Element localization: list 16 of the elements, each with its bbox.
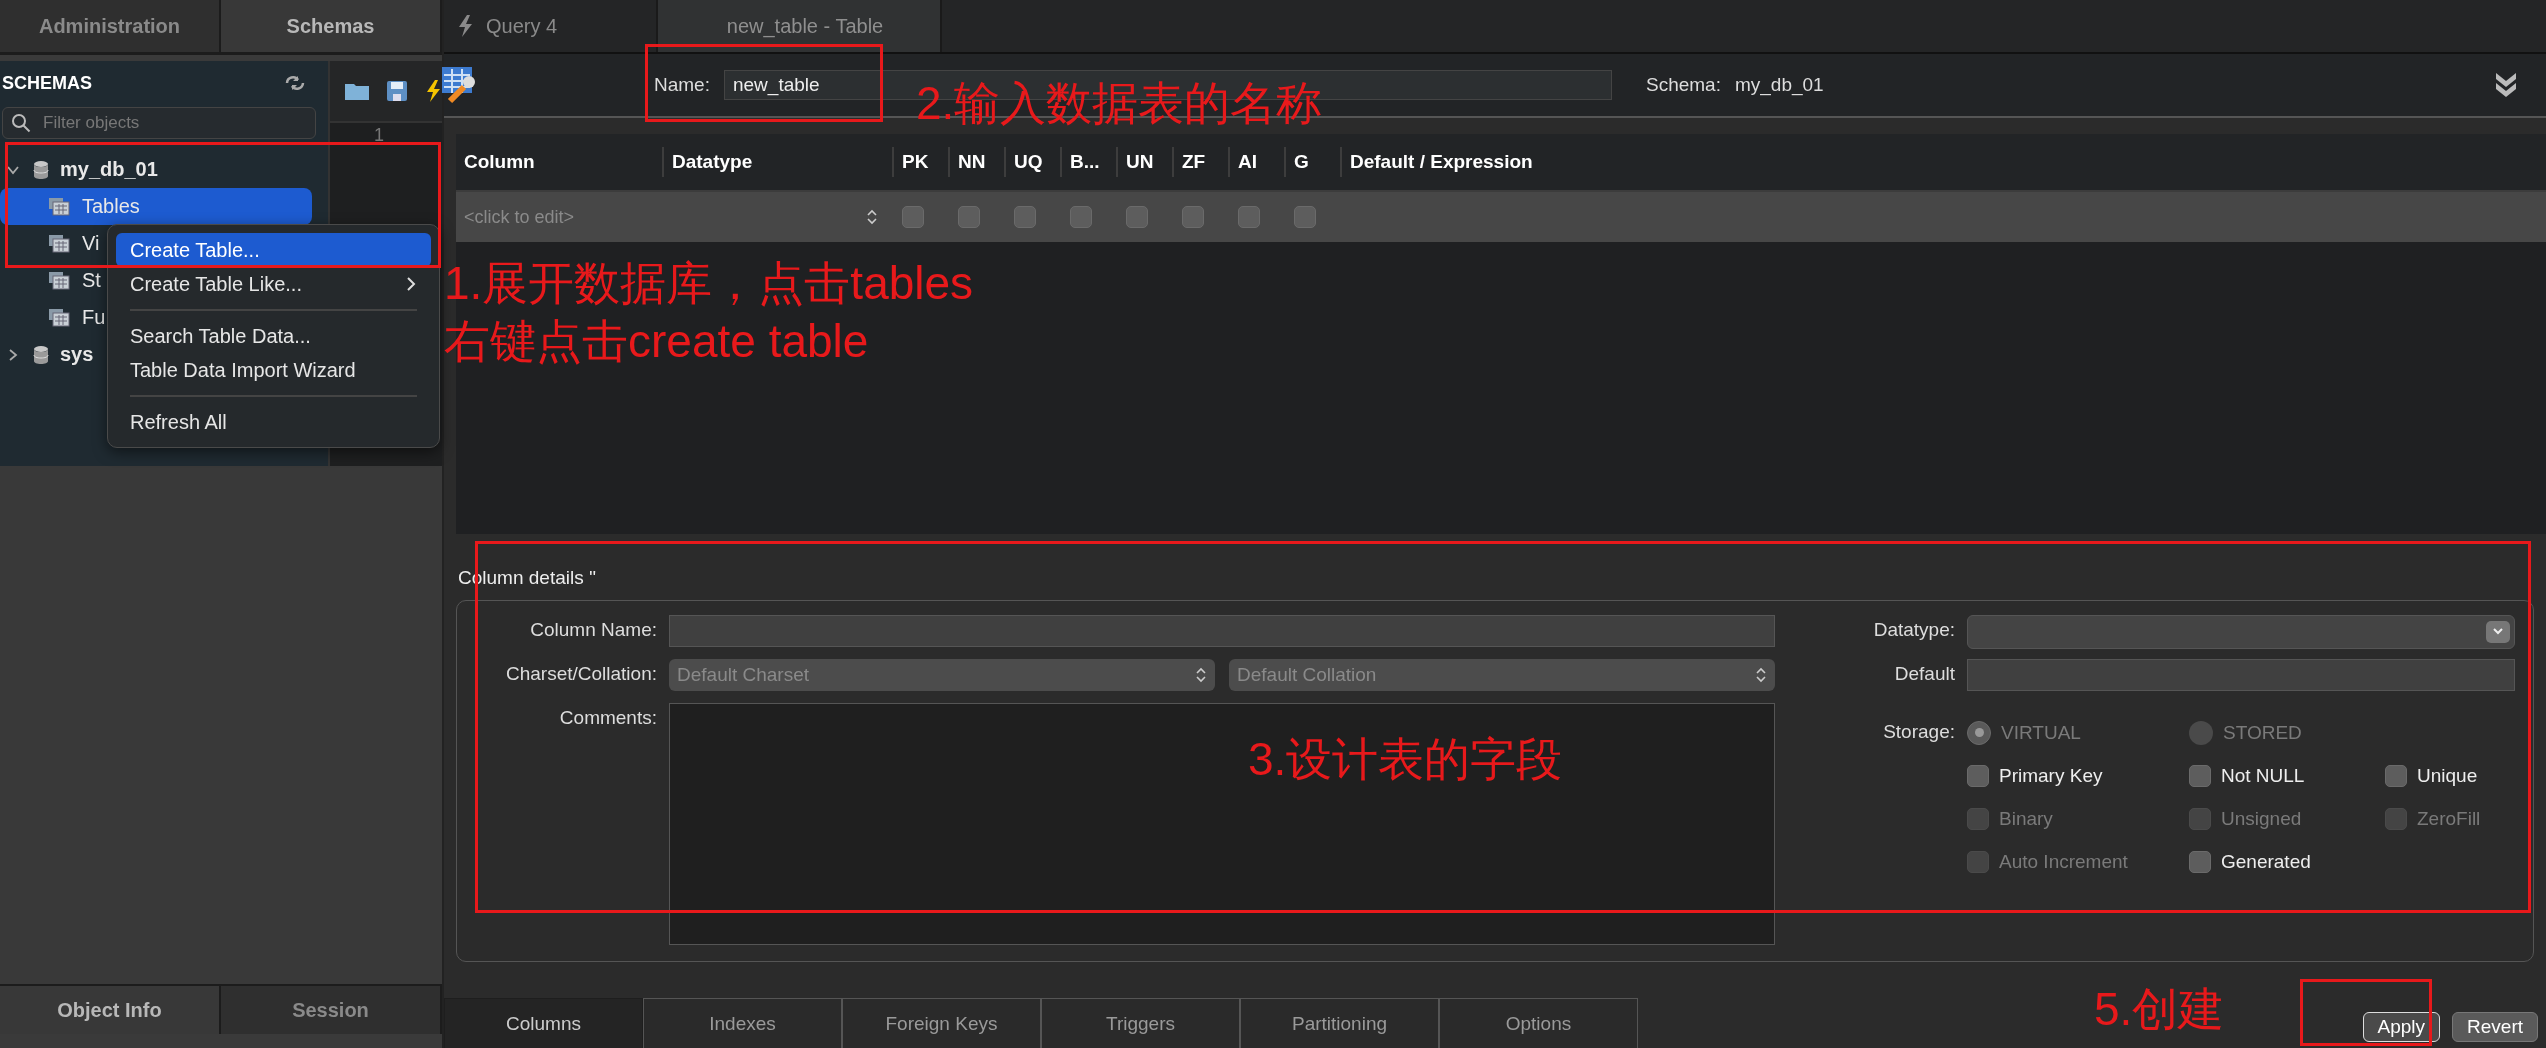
field-label: Charset/Collation: xyxy=(504,662,657,685)
placeholder-text: <click to edit> xyxy=(464,206,575,228)
field-label: Datatype: xyxy=(1872,618,1955,641)
schema-label: Schema: xyxy=(1645,74,1721,96)
panel-title: SCHEMAS xyxy=(2,72,92,94)
schema-name: my_db_01 xyxy=(1734,74,1824,96)
line-number: 1 xyxy=(374,125,384,145)
name-label: Name: xyxy=(654,74,710,96)
annotation-text: 3.设计表的字段 xyxy=(1248,732,1563,787)
annotation-text: 右键点击create table xyxy=(444,314,870,369)
field-label: Default xyxy=(1893,662,1955,685)
annotation-text: 5.创建 xyxy=(2094,982,2225,1037)
annotation-text: 1.展开数据库，点击tables xyxy=(444,256,974,311)
field-label: Comments: xyxy=(558,706,657,729)
field-label: Column Name: xyxy=(529,618,657,641)
field-label: Storage: xyxy=(1882,720,1955,743)
